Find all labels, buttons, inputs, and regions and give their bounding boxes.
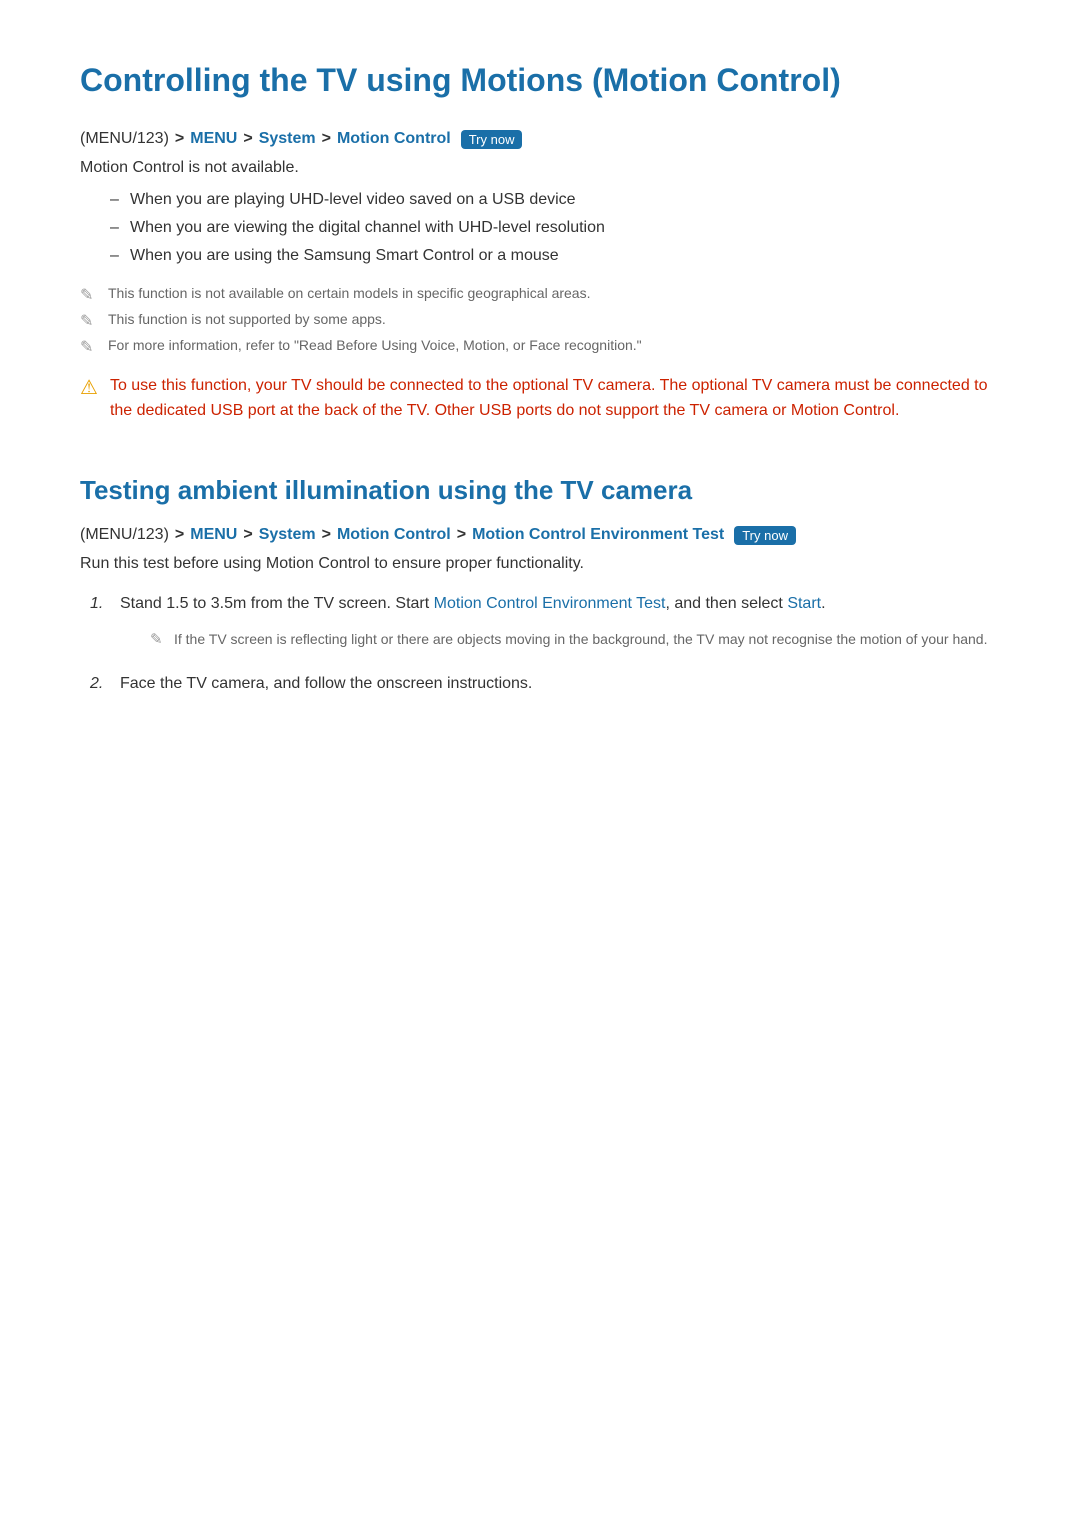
pencil-icon-small: ✎ [150, 628, 163, 652]
breadcrumb-env-test: Motion Control Environment Test [472, 526, 724, 544]
step-2: 2. Face the TV camera, and follow the on… [90, 671, 1000, 697]
section2-title: Testing ambient illumination using the T… [80, 474, 1000, 508]
note-item: ✎ This function is not supported by some… [80, 311, 1000, 327]
section1-intro: Motion Control is not available. [80, 159, 1000, 177]
breadcrumb-system-2: System [259, 526, 316, 544]
warning-icon: ⚠ [80, 375, 98, 400]
step-number-1: 1. [90, 591, 103, 617]
breadcrumb-section2: (MENU/123) > MENU > System > Motion Cont… [80, 526, 1000, 545]
breadcrumb-menu123: (MENU/123) [80, 130, 169, 148]
warning-text: To use this function, your TV should be … [110, 373, 1000, 424]
section2-intro: Run this test before using Motion Contro… [80, 555, 1000, 573]
breadcrumb-menu: MENU [190, 130, 237, 148]
list-item: When you are playing UHD-level video sav… [110, 191, 1000, 209]
pencil-icon: ✎ [80, 337, 93, 357]
step1-subnote: ✎ If the TV screen is reflecting light o… [150, 628, 1000, 650]
breadcrumb-system: System [259, 130, 316, 148]
breadcrumb-motion-control: Motion Control [337, 130, 451, 148]
env-test-link[interactable]: Motion Control Environment Test [434, 595, 666, 612]
step1-text-after: . [821, 595, 825, 612]
breadcrumb-motion-control-2: Motion Control [337, 526, 451, 544]
list-item: When you are using the Samsung Smart Con… [110, 247, 1000, 265]
warning-box: ⚠ To use this function, your TV should b… [80, 373, 1000, 424]
start-link[interactable]: Start [787, 595, 821, 612]
steps-list: 1. Stand 1.5 to 3.5m from the TV screen.… [90, 591, 1000, 697]
chevron1-2: > [175, 526, 184, 544]
chevron2: > [243, 130, 252, 148]
note-item: ✎ For more information, refer to "Read B… [80, 337, 1000, 353]
pencil-icon: ✎ [80, 285, 93, 305]
chevron3: > [322, 130, 331, 148]
step1-text-middle: , and then select [665, 595, 787, 612]
step1-text-before: Stand 1.5 to 3.5m from the TV screen. St… [120, 595, 434, 612]
breadcrumb-menu123-2: (MENU/123) [80, 526, 169, 544]
chevron2-2: > [243, 526, 252, 544]
try-now-badge-1[interactable]: Try now [461, 130, 523, 149]
notes-list: ✎ This function is not available on cert… [80, 285, 1000, 353]
breadcrumb-menu-2: MENU [190, 526, 237, 544]
step2-text: Face the TV camera, and follow the onscr… [120, 675, 532, 692]
try-now-badge-2[interactable]: Try now [734, 526, 796, 545]
note-item: ✎ This function is not available on cert… [80, 285, 1000, 301]
breadcrumb-section1: (MENU/123) > MENU > System > Motion Cont… [80, 130, 1000, 149]
chevron4-2: > [457, 526, 466, 544]
step-1: 1. Stand 1.5 to 3.5m from the TV screen.… [90, 591, 1000, 651]
list-item: When you are viewing the digital channel… [110, 219, 1000, 237]
step-number-2: 2. [90, 671, 103, 697]
pencil-icon: ✎ [80, 311, 93, 331]
page-title: Controlling the TV using Motions (Motion… [80, 60, 1000, 102]
bullet-list: When you are playing UHD-level video sav… [110, 191, 1000, 265]
chevron3-2: > [322, 526, 331, 544]
chevron1: > [175, 130, 184, 148]
